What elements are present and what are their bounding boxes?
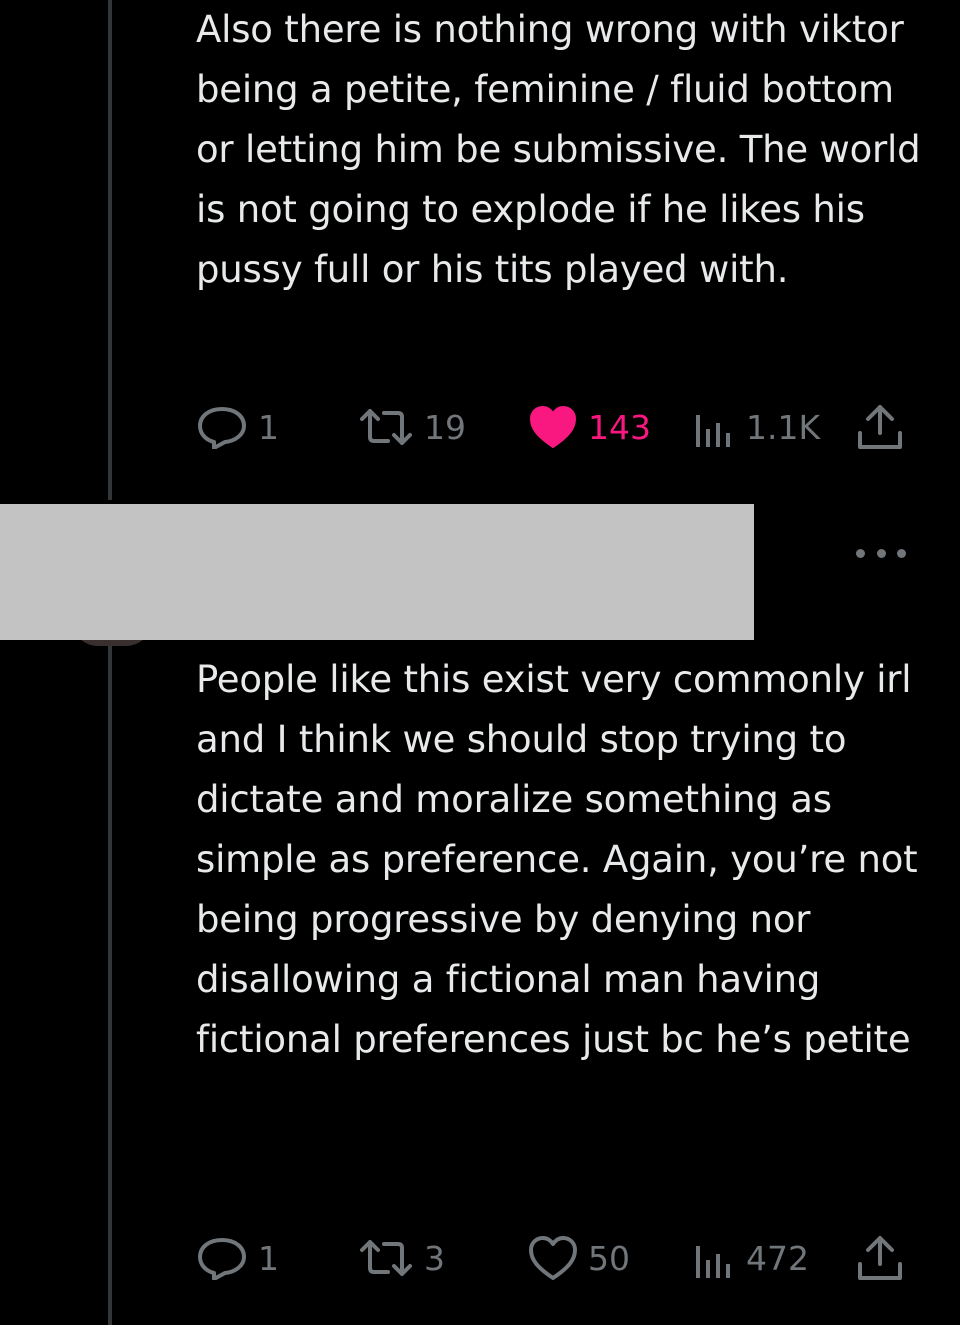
repost-icon bbox=[360, 1240, 412, 1276]
repost-button[interactable]: 19 bbox=[358, 402, 466, 452]
reply-button[interactable]: 1 bbox=[196, 402, 279, 452]
thread-line-bottom bbox=[108, 640, 112, 1325]
reply-button[interactable]: 1 bbox=[196, 1233, 279, 1283]
repost-count: 19 bbox=[424, 407, 466, 447]
view-count: 472 bbox=[746, 1238, 809, 1278]
reply-count: 1 bbox=[258, 407, 279, 447]
reply-icon bbox=[198, 407, 246, 449]
share-button[interactable] bbox=[856, 402, 904, 452]
views-button[interactable]: 1.1K bbox=[692, 402, 820, 452]
views-icon bbox=[696, 1246, 730, 1278]
views-icon bbox=[696, 415, 730, 447]
reply-count: 1 bbox=[258, 1238, 279, 1278]
repost-icon bbox=[360, 409, 412, 445]
share-icon bbox=[858, 1236, 902, 1280]
views-button[interactable]: 472 bbox=[692, 1233, 809, 1283]
tweet-2-actions: 1 3 50 472 bbox=[196, 1233, 908, 1283]
share-button[interactable] bbox=[856, 1233, 904, 1283]
tweet-2-text: People like this exist very commonly irl… bbox=[196, 658, 930, 1061]
like-count: 50 bbox=[588, 1238, 630, 1278]
more-options-button[interactable] bbox=[856, 540, 906, 566]
repost-button[interactable]: 3 bbox=[358, 1233, 445, 1283]
view-count: 1.1K bbox=[746, 407, 821, 447]
reply-icon bbox=[198, 1238, 246, 1280]
like-count: 143 bbox=[588, 407, 651, 447]
more-icon bbox=[856, 548, 865, 558]
like-button[interactable]: 143 bbox=[528, 402, 651, 452]
like-button[interactable]: 50 bbox=[528, 1233, 630, 1283]
thread-line-top bbox=[108, 0, 112, 500]
heart-icon bbox=[529, 1236, 577, 1280]
tweet-1-text: Also there is nothing wrong with viktor … bbox=[196, 8, 932, 291]
redacted-user-header bbox=[0, 504, 754, 640]
heart-icon bbox=[529, 405, 577, 449]
share-icon bbox=[858, 405, 902, 449]
repost-count: 3 bbox=[424, 1238, 445, 1278]
tweet-1-actions: 1 19 143 1.1K bbox=[196, 402, 908, 452]
